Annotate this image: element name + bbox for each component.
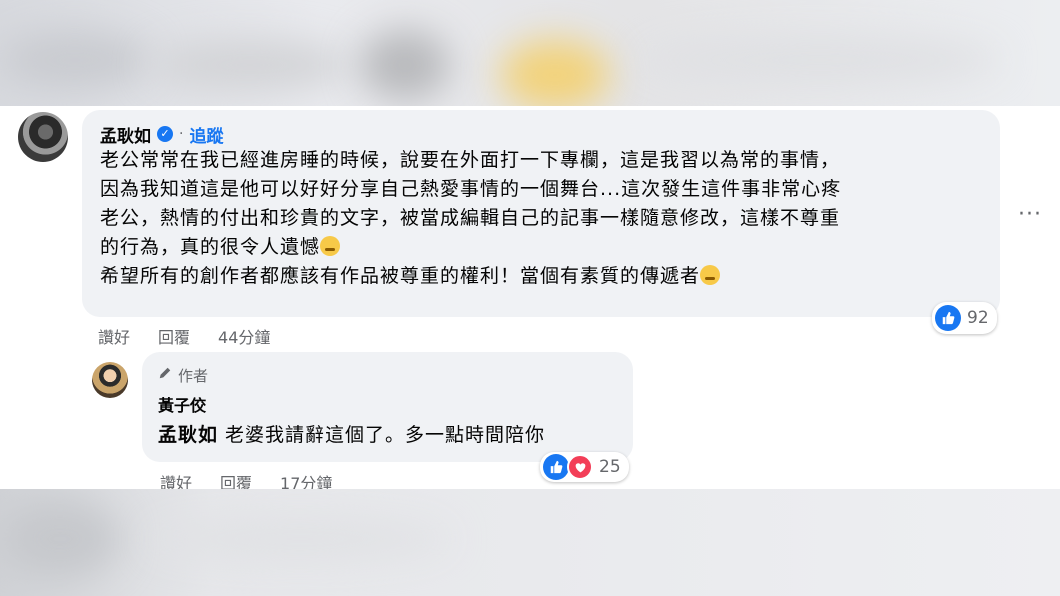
comment-author-name[interactable]: 孟耿如 — [100, 122, 151, 147]
blurred-header — [0, 0, 1060, 106]
comment-line-text: 希望所有的創作者都應該有作品被尊重的權利！當個有素質的傳遞者 — [100, 265, 701, 287]
badge-label: 作者 — [178, 366, 209, 385]
follow-button[interactable]: 追蹤 — [189, 122, 223, 147]
reply-text: 孟耿如 老婆我請辭這個了。多一點時間陪你 — [158, 420, 617, 447]
comment-panel: 孟耿如 ✓ · 追蹤 老公常常在我已經進房睡的時候，說要在外面打一下專欄，這是我… — [0, 106, 1060, 489]
blur-shape — [150, 519, 450, 559]
more-icon[interactable]: ··· — [1018, 202, 1042, 227]
like-button[interactable]: 讚好 — [160, 470, 192, 489]
verified-icon: ✓ — [157, 126, 173, 142]
emoji-icon — [700, 265, 721, 285]
blur-shape — [150, 40, 350, 90]
comment-actions: 讚好 回覆 44分鐘 — [98, 324, 270, 348]
separator: · — [179, 126, 184, 142]
reaction-summary[interactable]: 92 — [932, 302, 997, 334]
reply-actions: 讚好 回覆 17分鐘 — [160, 470, 332, 489]
comment-text: 老公常常在我已經進房睡的時候，說要在外面打一下專欄，這是我習以為常的事情， 因為… — [100, 146, 982, 291]
comment-line: 希望所有的創作者都應該有作品被尊重的權利！當個有素質的傳遞者 — [100, 262, 982, 291]
avatar[interactable] — [92, 362, 128, 398]
blur-shape — [640, 35, 1000, 85]
mention-link[interactable]: 孟耿如 — [158, 424, 218, 446]
reaction-count: 92 — [967, 308, 989, 328]
avatar[interactable] — [18, 112, 68, 162]
like-icon — [935, 305, 961, 331]
timestamp[interactable]: 17分鐘 — [280, 470, 332, 489]
blur-shape — [0, 30, 150, 90]
reply-author-name[interactable]: 黃子佼 — [158, 392, 617, 416]
blur-shape — [0, 499, 120, 579]
comment-line: 的行為，真的很令人遺憾 — [100, 233, 982, 262]
pencil-icon — [158, 366, 172, 384]
love-icon — [567, 454, 593, 480]
comment-line-text: 的行為，真的很令人遺憾 — [100, 236, 321, 258]
comment-line: 因為我知道這是他可以好好分享自己熱愛事情的一個舞台...這次發生這件事非常心疼 — [100, 178, 842, 200]
comment-line: 老公常常在我已經進房睡的時候，說要在外面打一下專欄，這是我習以為常的事情， — [100, 149, 841, 171]
reply-body: 老婆我請辭這個了。多一點時間陪你 — [218, 424, 546, 446]
blurred-footer — [0, 489, 1060, 596]
reaction-summary[interactable]: 25 — [540, 452, 629, 482]
comment-author-line: 孟耿如 ✓ · 追蹤 — [100, 122, 982, 147]
comment-line: 老公，熱情的付出和珍貴的文字，被當成編輯自己的記事一樣隨意修改，這樣不尊重 — [100, 207, 841, 229]
like-icon — [543, 454, 569, 480]
reply-bubble: 作者 黃子佼 孟耿如 老婆我請辭這個了。多一點時間陪你 — [142, 352, 633, 462]
blur-shape — [500, 40, 610, 106]
like-button[interactable]: 讚好 — [98, 324, 130, 348]
blur-shape — [360, 30, 450, 100]
reaction-count: 25 — [599, 457, 621, 477]
comment-bubble: 孟耿如 ✓ · 追蹤 老公常常在我已經進房睡的時候，說要在外面打一下專欄，這是我… — [82, 110, 1000, 317]
reply-button[interactable]: 回覆 — [158, 324, 190, 348]
timestamp[interactable]: 44分鐘 — [218, 324, 270, 348]
reply-button[interactable]: 回覆 — [220, 470, 252, 489]
author-badge: 作者 — [158, 364, 617, 386]
emoji-icon — [320, 236, 341, 256]
